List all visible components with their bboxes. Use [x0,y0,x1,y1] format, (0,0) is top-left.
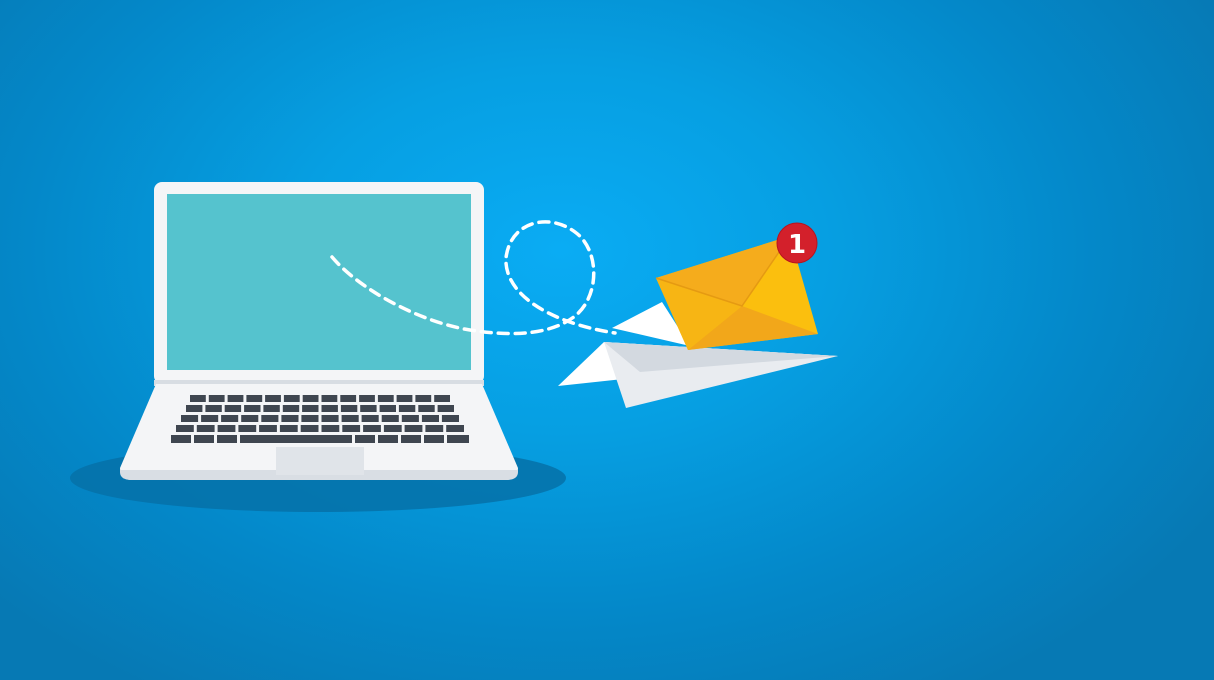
keyboard-key [359,395,375,402]
keyboard-key [361,415,379,422]
keyboard-key [396,395,413,402]
keyboard-key [263,405,280,412]
keyboard-key [217,425,236,432]
keyboard-key [418,405,435,412]
keyboard-key [208,395,225,402]
keyboard-key [190,395,206,402]
keyboard-key [171,435,191,443]
illustration-canvas: 1 [70,182,838,512]
keyboard-key [404,425,423,432]
keyboard-key [434,395,450,402]
keyboard-key [363,425,381,432]
keyboard-key [205,405,222,412]
keyboard-key [221,415,239,422]
keyboard-key [421,415,439,422]
laptop-icon [120,182,518,480]
keyboard-key [279,425,298,432]
keyboard-key [238,425,257,432]
keyboard-key [244,405,261,412]
keyboard-key [283,395,300,402]
keyboard-key [300,425,319,432]
notification-badge-count: 1 [788,230,806,260]
keyboard-key [265,395,281,402]
keyboard-key [186,405,203,412]
keyboard-key [425,425,444,432]
keyboard-key [217,435,237,443]
keyboard-key [227,395,244,402]
keyboard-key [196,425,215,432]
keyboard-key [282,405,300,412]
keyboard-key [340,405,358,412]
keyboard-key [181,415,199,422]
keyboard-key [176,425,194,432]
keyboard-key [201,415,219,422]
laptop-screen [167,194,471,370]
keyboard-key [321,405,338,412]
keyboard-key [224,405,242,412]
keyboard-key [240,435,352,443]
email-illustration-scene: 1 [0,0,1214,680]
keyboard-key [381,415,399,422]
keyboard-key [446,425,464,432]
keyboard-key [340,395,357,402]
keyboard-key [321,425,340,432]
keyboard-key [437,405,454,412]
keyboard-key [377,395,394,402]
keyboard-key [424,435,444,443]
laptop-trackpad [276,447,364,475]
notification-badge: 1 [776,222,818,264]
keyboard-key [302,405,319,412]
keyboard-key [441,415,459,422]
keyboard-key [321,395,338,402]
keyboard-key [341,415,359,422]
keyboard-key [378,435,398,443]
keyboard-key [401,435,421,443]
keyboard-key [259,425,277,432]
keyboard-key [383,425,402,432]
keyboard-key [398,405,416,412]
keyboard-key [302,395,319,402]
keyboard-key [241,415,259,422]
keyboard-key [415,395,432,402]
keyboard-key [342,425,361,432]
keyboard-key [246,395,263,402]
keyboard-key [321,415,339,422]
keyboard-key [360,405,377,412]
keyboard-key [281,415,299,422]
keyboard-key [355,435,375,443]
keyboard-key [379,405,396,412]
keyboard-key [301,415,319,422]
keyboard-key [261,415,279,422]
keyboard-key [194,435,214,443]
keyboard-key [401,415,419,422]
keyboard-key [447,435,469,443]
